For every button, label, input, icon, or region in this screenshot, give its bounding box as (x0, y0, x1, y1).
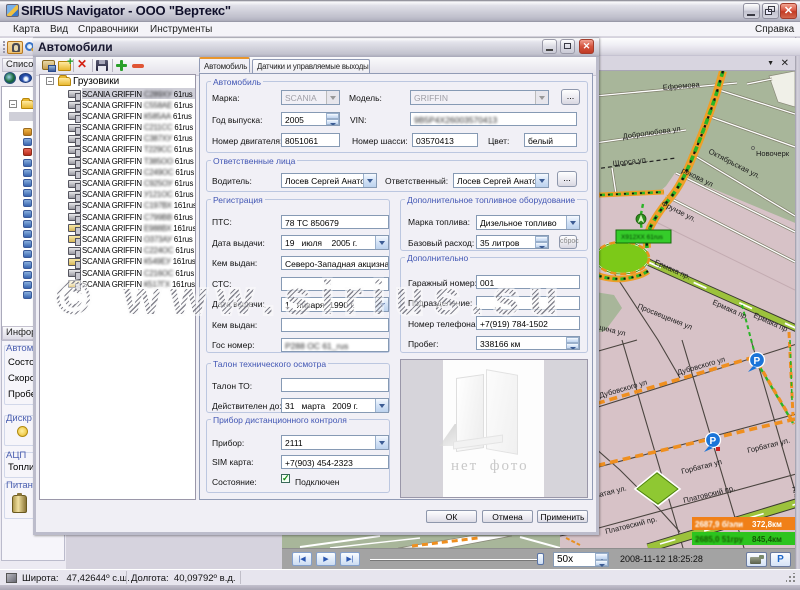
svg-text:2685,0 51гру: 2685,0 51гру (695, 535, 744, 544)
svg-text:P: P (754, 356, 761, 367)
svg-text:Х912ХХ 61rus: Х912ХХ 61rus (621, 234, 664, 241)
svg-text:845,4км: 845,4км (752, 535, 782, 544)
svg-text:2687,9 б/эли: 2687,9 б/эли (695, 520, 743, 529)
svg-text:372,8км: 372,8км (752, 520, 782, 529)
svg-text:Новочерк: Новочерк (756, 149, 790, 158)
svg-text:P: P (710, 436, 717, 447)
